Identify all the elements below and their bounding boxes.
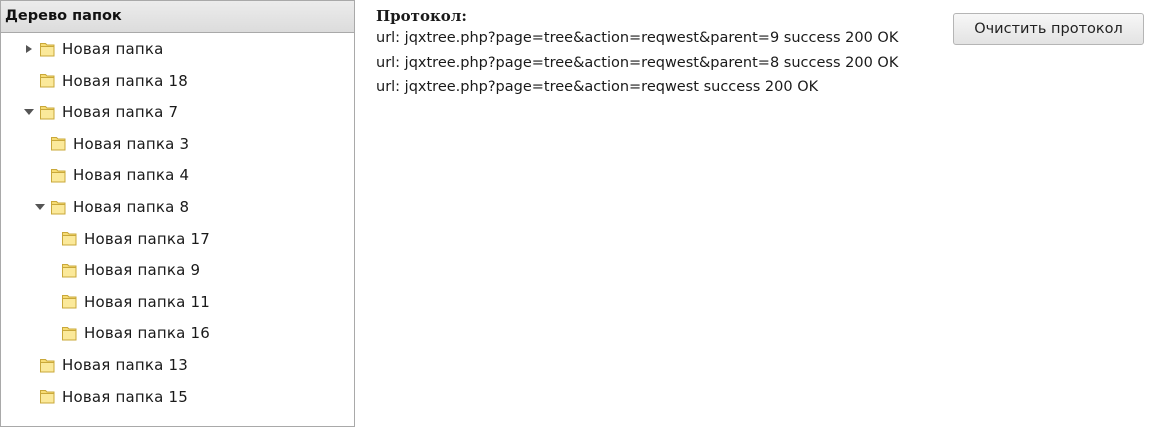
toggle-spacer: [23, 359, 35, 371]
toggle-spacer: [45, 233, 57, 245]
toggle-spacer: [23, 391, 35, 403]
triangle-down-icon[interactable]: [34, 201, 46, 213]
tree-item-label: Новая папка 7: [62, 103, 179, 122]
folder-icon: [62, 263, 77, 278]
toggle-spacer: [45, 327, 57, 339]
folder-icon: [40, 42, 55, 56]
tree-item[interactable]: Новая папка 18: [23, 69, 188, 93]
toggle-spacer: [23, 75, 35, 87]
tree-item-label: Новая папка 17: [84, 229, 210, 248]
tree-item[interactable]: Новая папка 13: [23, 353, 188, 377]
folder-icon: [40, 390, 55, 404]
folder-icon: [51, 200, 66, 214]
tree-item[interactable]: Новая папка 15: [23, 385, 188, 409]
tree-item[interactable]: Новая папка 11: [45, 290, 210, 314]
folder-tree-panel: Дерево папок Новая папка Новая папка 18 Но…: [0, 0, 355, 427]
clear-log-button[interactable]: Очистить протокол: [953, 13, 1144, 45]
log-area: Протокол: url: jqxtree.php?page=tree&act…: [376, 6, 898, 100]
tree-item-label: Новая папка 13: [62, 356, 188, 374]
tree-item-label: Новая папка 4: [73, 166, 190, 185]
tree-item[interactable]: Новая папка 8: [34, 195, 189, 219]
tree-item-label: Новая папка: [62, 40, 164, 58]
toggle-spacer: [45, 296, 57, 308]
tree-header: Дерево папок: [1, 1, 354, 33]
folder-icon: [51, 168, 66, 183]
folder-icon: [62, 326, 77, 341]
tree-item[interactable]: Новая папка 17: [45, 227, 210, 251]
tree-item-label: Новая папка 9: [84, 261, 201, 280]
tree-item-label: Новая папка 15: [62, 387, 188, 406]
tree-item[interactable]: Новая папка 16: [45, 321, 210, 345]
log-title: Протокол:: [376, 7, 467, 25]
tree-item[interactable]: Новая папка 9: [45, 258, 200, 282]
folder-icon: [62, 295, 77, 309]
tree-item[interactable]: Новая папка 4: [34, 163, 189, 187]
triangle-right-icon[interactable]: [23, 43, 35, 55]
tree-item[interactable]: Новая папка 3: [34, 132, 189, 156]
tree-item-label: Новая папка 16: [84, 324, 210, 343]
folder-icon: [62, 232, 77, 246]
log-line: url: jqxtree.php?page=tree&action=reqwes…: [376, 79, 819, 95]
triangle-down-icon[interactable]: [23, 106, 35, 118]
tree-item-label: Новая папка 11: [84, 292, 210, 311]
folder-icon: [51, 137, 66, 151]
tree-item-label: Новая папка 3: [73, 134, 190, 153]
folder-icon: [40, 74, 55, 88]
tree-item[interactable]: Новая папка 7: [23, 100, 178, 124]
tree-item-label: Новая папка 18: [62, 71, 188, 90]
toggle-spacer: [45, 264, 57, 276]
tree-item[interactable]: Новая папка: [23, 37, 164, 61]
folder-icon: [40, 358, 55, 372]
toggle-spacer: [34, 138, 46, 150]
log-line: url: jqxtree.php?page=tree&action=reqwes…: [376, 30, 899, 46]
tree-item-label: Новая папка 8: [73, 198, 190, 216]
folder-icon: [40, 105, 55, 120]
log-line: url: jqxtree.php?page=tree&action=reqwes…: [376, 54, 899, 71]
toggle-spacer: [34, 169, 46, 181]
